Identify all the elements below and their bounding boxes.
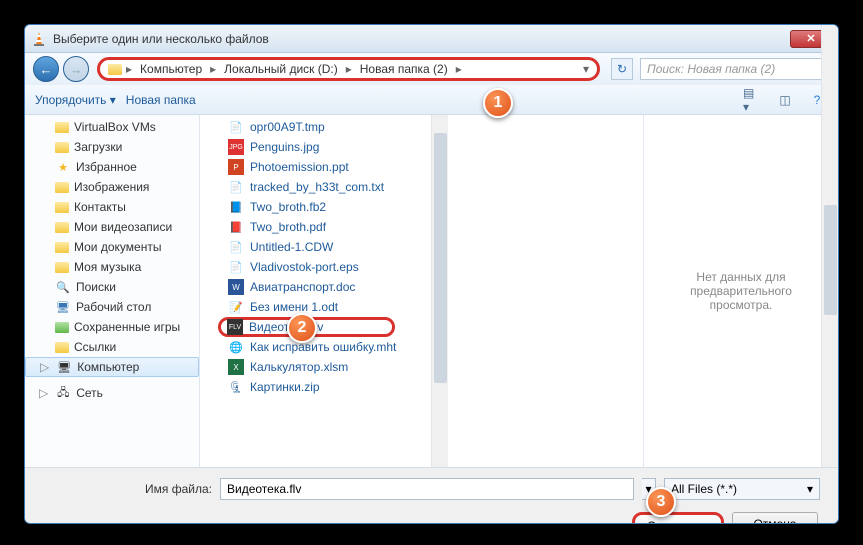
tree-item: ★Избранное [25,157,199,177]
open-button[interactable]: Открыть ▼ [632,512,724,524]
mht-icon: 🌐 [228,339,244,355]
file-row[interactable]: 📝Без имени 1.odt [200,297,643,317]
games-icon [55,322,69,333]
refresh-button[interactable]: ↻ [611,58,633,80]
odt-icon: 📝 [228,299,244,315]
tree-item: Мои видеозаписи [25,217,199,237]
back-button[interactable]: ← [33,56,59,82]
chevron-right-icon: ▸ [456,62,462,76]
music-icon [55,262,69,273]
annotation-2: 2 [287,313,317,343]
tree-item: Мои документы [25,237,199,257]
tree-item-computer[interactable]: ▷🖥Компьютер [25,357,199,377]
eps-icon: 📄 [228,259,244,275]
file-row[interactable]: WАвиатранспорт.doc [200,277,643,297]
tree-item: Ссылки [25,337,199,357]
tree-item: Контакты [25,197,199,217]
star-icon: ★ [55,159,71,175]
preview-empty-text: Нет данных для предварительного просмотр… [664,270,818,312]
file-row[interactable]: JPGPenguins.jpg [200,137,643,157]
tree-item: Моя музыка [25,257,199,277]
breadcrumb-item[interactable]: Новая папка (2) [356,62,452,76]
toolbar: Упорядочить ▾ Новая папка ▤ ▾ ◫ ? [25,85,838,115]
tree-item: Изображения [25,177,199,197]
preview-pane: Нет данных для предварительного просмотр… [643,115,838,467]
fb2-icon: 📘 [228,199,244,215]
file-row[interactable]: 📄opr00A9T.tmp [200,117,643,137]
dialog-body: VirtualBox VMs Загрузки ★Избранное Изобр… [25,115,838,467]
navigation-tree[interactable]: VirtualBox VMs Загрузки ★Избранное Изобр… [25,115,200,467]
chevron-down-icon: ▾ [807,482,813,496]
jpg-icon: JPG [228,139,244,155]
folder-icon [55,142,69,153]
chevron-right-icon: ▸ [346,62,352,76]
annotation-3: 3 [646,487,676,517]
tree-item: VirtualBox VMs [25,117,199,137]
network-icon: 🖧 [55,385,71,401]
ppt-icon: P [228,159,244,175]
docs-icon [55,242,69,253]
filelist-scrollbar[interactable] [431,115,448,467]
xls-icon: X [228,359,244,375]
filename-label: Имя файла: [43,482,212,496]
dialog-footer: Имя файла: ▾ All Files (*.*)▾ Открыть ▼ … [25,467,838,524]
preview-pane-button[interactable]: ◫ [774,90,796,110]
tree-item: 🖥Рабочий стол [25,297,199,317]
chevron-right-icon: ▸ [210,62,216,76]
view-options-button[interactable]: ▤ ▾ [742,90,764,110]
window-title: Выберите один или несколько файлов [53,32,790,46]
file-list[interactable]: 📄opr00A9T.tmp JPGPenguins.jpg PPhotoemis… [200,115,643,467]
search-icon: 🔍 [55,279,71,295]
desktop-icon: 🖥 [55,299,71,315]
address-bar[interactable]: ▸ Компьютер ▸ Локальный диск (D:) ▸ Нова… [97,57,600,81]
tree-item: Загрузки [25,137,199,157]
cdw-icon: 📄 [228,239,244,255]
pictures-icon [55,182,69,193]
filetype-filter[interactable]: All Files (*.*)▾ [664,478,820,500]
chevron-right-icon: ▸ [126,62,132,76]
file-row[interactable]: 🌐Как исправить ошибку.mht [200,337,643,357]
forward-button[interactable]: → [63,56,89,82]
breadcrumb-item[interactable]: Компьютер [136,62,206,76]
new-folder-button[interactable]: Новая папка [126,93,196,107]
navigation-bar: ← → ▸ Компьютер ▸ Локальный диск (D:) ▸ … [25,53,838,85]
file-row[interactable]: 📄tracked_by_h33t_com.txt [200,177,643,197]
tree-item-network[interactable]: ▷🖧Сеть [25,383,199,403]
tree-item: Сохраненные игры [25,317,199,337]
pdf-icon: 📕 [228,219,244,235]
file-row[interactable]: 📘Two_broth.fb2 [200,197,643,217]
file-open-dialog: Выберите один или несколько файлов ✕ ← →… [24,24,839,524]
annotation-1: 1 [483,88,513,118]
cancel-button[interactable]: Отмена [732,512,818,524]
links-icon [55,342,69,353]
folder-icon [55,122,69,133]
file-row[interactable]: 📄Vladivostok-port.eps [200,257,643,277]
file-row[interactable]: PPhotoemission.ppt [200,157,643,177]
file-row[interactable]: 📄Untitled-1.CDW [200,237,643,257]
search-input[interactable]: Поиск: Новая папка (2) [640,58,830,80]
computer-icon: 🖥 [56,359,72,375]
tree-item: 🔍Поиски [25,277,199,297]
file-row[interactable]: 📕Two_broth.pdf [200,217,643,237]
video-icon [55,222,69,233]
flv-icon: FLV [227,319,243,335]
zip-icon: 🗜 [228,379,244,395]
filename-input[interactable] [220,478,634,500]
chevron-down-icon[interactable]: ▾ [583,62,589,76]
titlebar[interactable]: Выберите один или несколько файлов ✕ [25,25,838,53]
doc-icon: W [228,279,244,295]
organize-menu[interactable]: Упорядочить ▾ [35,93,116,107]
file-row[interactable]: 🗜Картинки.zip [200,377,643,397]
breadcrumb-item[interactable]: Локальный диск (D:) [220,62,342,76]
file-row[interactable]: XКалькулятор.xlsm [200,357,643,377]
contacts-icon [55,202,69,213]
file-icon: 📄 [228,119,244,135]
folder-icon [108,64,122,75]
search-placeholder: Поиск: Новая папка (2) [647,62,775,76]
txt-icon: 📄 [228,179,244,195]
vlc-icon [31,31,47,47]
